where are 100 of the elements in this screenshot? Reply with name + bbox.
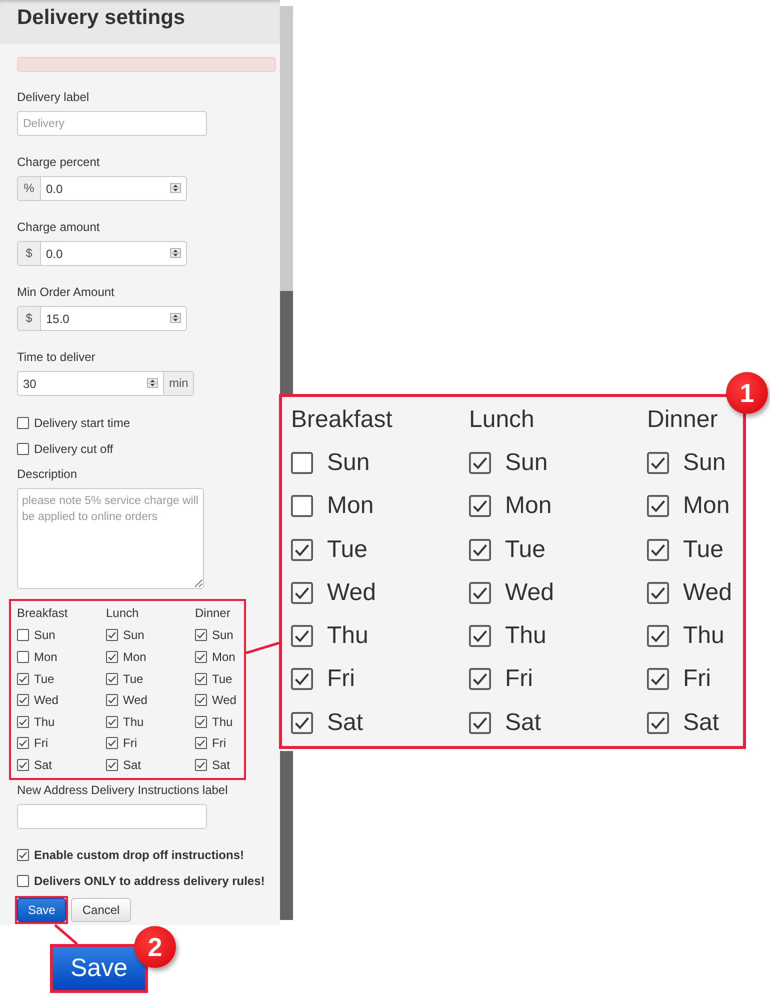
number-input[interactable]: 30: [17, 371, 164, 396]
checkbox[interactable]: [17, 849, 29, 862]
checkbox[interactable]: [291, 712, 313, 734]
checkbox[interactable]: [291, 582, 313, 604]
checkbox[interactable]: [647, 625, 669, 648]
day-label: Sat: [327, 708, 364, 737]
meal-heading: Lunch: [106, 605, 140, 622]
scrollbar-thumb[interactable]: [280, 6, 293, 291]
checkbox[interactable]: [106, 650, 118, 663]
checkbox-label: Delivery cut off: [34, 442, 114, 456]
checkbox[interactable]: [469, 495, 491, 518]
checkbox-label: Delivers ONLY to address delivery rules!: [34, 874, 265, 888]
day-label: Mon: [212, 650, 236, 664]
number-input[interactable]: 0.0: [40, 176, 187, 201]
day-label: Wed: [123, 693, 148, 708]
day-label: Thu: [34, 714, 55, 729]
checkbox[interactable]: [469, 625, 491, 648]
day-label: Sun: [683, 448, 726, 477]
callout-badge: 2: [134, 926, 176, 968]
day-label: Sat: [34, 758, 52, 772]
spin-arrows-icon[interactable]: [170, 313, 181, 323]
day-label: Tue: [34, 672, 54, 686]
day-label: Fri: [505, 665, 533, 694]
checkbox[interactable]: [17, 716, 29, 728]
day-label: Thu: [123, 714, 144, 729]
checkbox[interactable]: [195, 737, 207, 750]
checkbox[interactable]: [291, 538, 313, 561]
checkbox[interactable]: [17, 875, 29, 888]
day-label: Wed: [34, 693, 58, 708]
meal-heading: Breakfast: [17, 605, 69, 622]
checkbox[interactable]: [647, 452, 669, 474]
checkbox[interactable]: [291, 452, 313, 474]
save-button-callout: Save: [50, 944, 148, 993]
checkbox[interactable]: [647, 582, 669, 604]
checkbox[interactable]: [17, 629, 29, 642]
checkbox-label: Enable custom drop off instructions!: [34, 848, 244, 862]
number-input[interactable]: 15.0: [40, 306, 187, 331]
cancel-button[interactable]: Cancel: [71, 898, 131, 922]
checkbox[interactable]: [469, 452, 491, 474]
checkbox[interactable]: [17, 442, 29, 454]
number-input[interactable]: 0.0: [40, 241, 187, 266]
field-label: Time to deliver: [17, 349, 96, 366]
day-label: Tue: [683, 536, 724, 564]
field-label: Description: [17, 466, 78, 483]
text-input[interactable]: [17, 804, 207, 829]
checkbox[interactable]: [647, 668, 669, 690]
checkbox[interactable]: [647, 712, 669, 734]
callout-badge: 1: [726, 372, 768, 414]
checkbox[interactable]: [17, 650, 29, 663]
checkbox[interactable]: [469, 582, 491, 604]
checkbox[interactable]: [106, 672, 118, 685]
checkbox[interactable]: [17, 416, 29, 428]
checkbox[interactable]: [195, 650, 207, 663]
field-label: Charge percent: [17, 154, 101, 171]
scrollbar-track[interactable]: [280, 751, 293, 920]
day-label: Wed: [505, 578, 554, 607]
checkbox[interactable]: [17, 694, 29, 706]
day-label: Tue: [505, 536, 546, 564]
description-textarea[interactable]: please note 5% service charge will be applied to online orders: [17, 488, 204, 589]
meal-heading: Dinner: [195, 605, 232, 622]
checkbox[interactable]: [469, 712, 491, 734]
checkbox[interactable]: [17, 758, 29, 771]
save-button[interactable]: Save: [17, 898, 66, 922]
checkbox[interactable]: [647, 495, 669, 518]
checkbox[interactable]: [195, 629, 207, 642]
checkbox[interactable]: [106, 737, 118, 750]
checkbox[interactable]: [469, 538, 491, 561]
spin-arrows-icon[interactable]: [170, 183, 181, 193]
checkbox[interactable]: [106, 629, 118, 642]
day-label: Sat: [505, 708, 542, 737]
checkbox[interactable]: [106, 694, 118, 706]
day-label: Mon: [327, 492, 374, 520]
checkbox[interactable]: [291, 668, 313, 690]
spin-arrows-icon[interactable]: [170, 248, 181, 258]
checkbox[interactable]: [291, 625, 313, 648]
day-label: Tue: [212, 672, 232, 686]
checkbox[interactable]: [17, 737, 29, 750]
day-label: Tue: [123, 672, 144, 686]
field-label: Delivery label: [17, 89, 90, 106]
checkbox[interactable]: [17, 672, 29, 685]
input-addon: $: [17, 241, 40, 266]
checkbox[interactable]: [106, 716, 118, 728]
day-label: Sun: [505, 448, 548, 477]
checkbox[interactable]: [106, 758, 118, 771]
day-label: Mon: [505, 492, 552, 520]
day-label: Thu: [327, 622, 368, 650]
text-input[interactable]: Delivery: [17, 111, 207, 136]
checkbox[interactable]: [469, 668, 491, 690]
checkbox[interactable]: [195, 694, 207, 706]
checkbox[interactable]: [195, 716, 207, 728]
day-label: Sun: [327, 448, 370, 477]
checkbox[interactable]: [195, 672, 207, 685]
day-label: Wed: [212, 693, 236, 708]
meal-heading: Breakfast: [291, 405, 394, 435]
checkbox[interactable]: [647, 538, 669, 561]
field-label: Min Order Amount: [17, 284, 116, 301]
checkbox[interactable]: [195, 758, 207, 771]
checkbox[interactable]: [291, 495, 313, 518]
spin-arrows-icon[interactable]: [147, 378, 158, 388]
day-label: Tue: [327, 536, 368, 564]
